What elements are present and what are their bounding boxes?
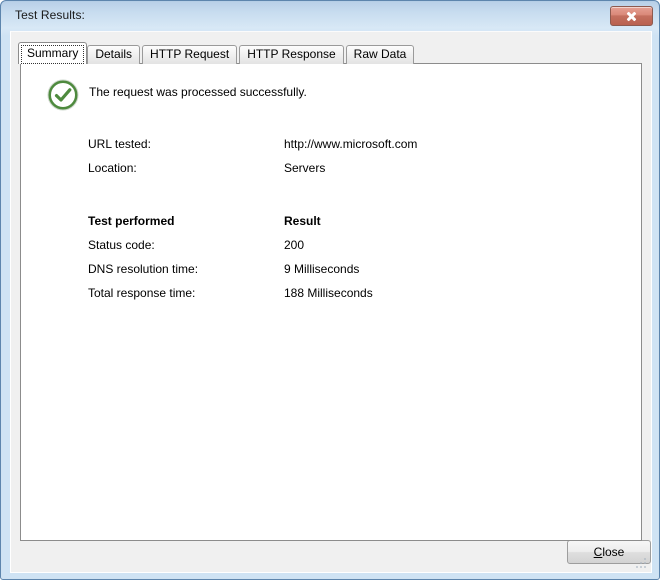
- result-label-status-code: Status code:: [88, 238, 155, 252]
- tab-details[interactable]: Details: [87, 45, 141, 64]
- info-row-location: Location: Servers: [88, 161, 608, 185]
- info-label-url: URL tested:: [88, 137, 151, 151]
- title-bar[interactable]: Test Results:: [2, 2, 660, 30]
- info-value-url: http://www.microsoft.com: [284, 137, 418, 151]
- tab-summary[interactable]: Summary: [18, 42, 88, 64]
- close-button-label: lose: [602, 545, 625, 559]
- close-window-button[interactable]: [610, 6, 653, 26]
- results-header-value: Result: [284, 214, 321, 228]
- result-value-total-time: 188 Milliseconds: [284, 286, 373, 300]
- dialog-window: Test Results: Summary Details HTTP Reque…: [0, 0, 660, 580]
- result-row-dns-time: DNS resolution time: 9 Milliseconds: [88, 262, 608, 286]
- info-row-url: URL tested: http://www.microsoft.com: [88, 137, 608, 161]
- green-check-circle-icon: [47, 79, 79, 111]
- close-button-accel: C: [593, 545, 603, 559]
- tab-strip: Summary Details HTTP Request HTTP Respon…: [18, 42, 416, 64]
- tab-http-response[interactable]: HTTP Response: [239, 45, 344, 64]
- tab-summary-label: Summary: [27, 46, 79, 60]
- result-label-dns-time: DNS resolution time:: [88, 262, 199, 276]
- result-row-total-time: Total response time: 188 Milliseconds: [88, 286, 608, 310]
- tab-raw-data[interactable]: Raw Data: [345, 45, 415, 64]
- resize-grip-icon[interactable]: [634, 556, 647, 569]
- tab-http-request[interactable]: HTTP Request: [142, 45, 238, 64]
- tab-control: Summary Details HTTP Request HTTP Respon…: [18, 42, 642, 541]
- info-label-location: Location:: [88, 161, 137, 175]
- result-value-status-code: 200: [284, 238, 305, 252]
- summary-info-table: URL tested: http://www.microsoft.com Loc…: [88, 137, 608, 310]
- info-value-location: Servers: [284, 161, 326, 175]
- result-row-status-code: Status code: 200: [88, 238, 608, 262]
- tab-http-request-label: HTTP Request: [150, 47, 230, 61]
- tab-raw-data-label: Raw Data: [353, 47, 407, 61]
- status-message: The request was processed successfully.: [89, 85, 307, 99]
- dialog-client-area: Summary Details HTTP Request HTTP Respon…: [10, 31, 652, 573]
- window-title: Test Results:: [15, 8, 85, 22]
- tab-page-summary: The request was processed successfully. …: [20, 63, 642, 541]
- results-header-label: Test performed: [88, 214, 175, 228]
- tab-http-response-label: HTTP Response: [247, 47, 336, 61]
- result-value-dns-time: 9 Milliseconds: [284, 262, 360, 276]
- result-label-total-time: Total response time:: [88, 286, 196, 300]
- close-x-icon: [626, 11, 637, 22]
- tab-details-label: Details: [95, 47, 133, 61]
- results-header-row: Test performed Result: [88, 214, 608, 238]
